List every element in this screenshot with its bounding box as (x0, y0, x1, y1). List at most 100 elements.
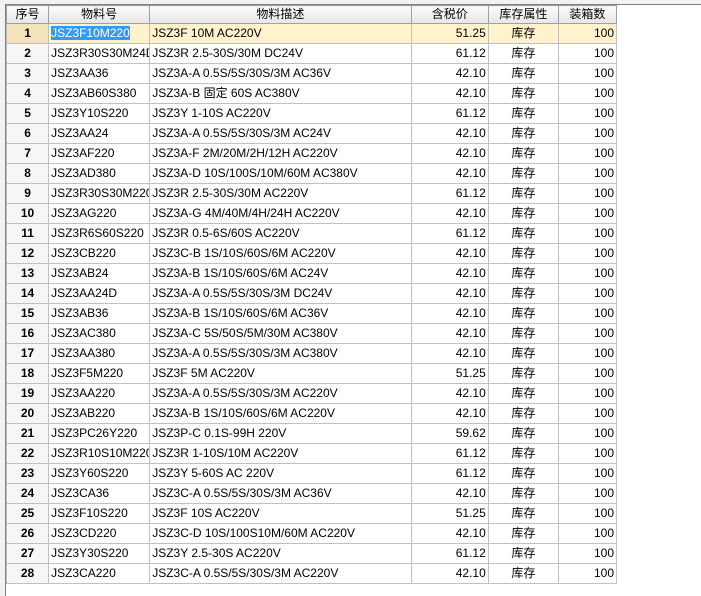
material-description-cell[interactable]: JSZ3R 2.5-30S/30M AC220V (149, 183, 412, 204)
table-row[interactable]: 22 JSZ3R10S10M220 JSZ3R 1-10S/10M AC220V 61… (6, 443, 618, 464)
table-row[interactable]: 13 JSZ3AB24 JSZ3A-B 1S/10S/60S/6M AC24V 42.… (6, 263, 618, 284)
row-index-cell[interactable]: 11 (6, 223, 50, 244)
price-cell[interactable]: 42.10 (410, 403, 489, 424)
stock-attribute-cell[interactable]: 库存 (487, 163, 559, 184)
table-row[interactable]: 2 JSZ3R30S30M24D JSZ3R 2.5-30S/30M DC24V 61… (6, 43, 618, 64)
price-cell[interactable]: 61.12 (410, 223, 489, 244)
material-code-cell[interactable]: JSZ3AG220 (48, 203, 151, 224)
material-description-cell[interactable]: JSZ3A-G 4M/40M/4H/24H AC220V (149, 203, 412, 224)
material-description-cell[interactable]: JSZ3C-A 0.5S/5S/30S/3M AC220V (149, 563, 412, 584)
price-cell[interactable]: 42.10 (410, 263, 489, 284)
price-cell[interactable]: 59.62 (410, 423, 489, 444)
stock-attribute-cell[interactable]: 库存 (487, 83, 559, 104)
material-description-cell[interactable]: JSZ3A-A 0.5S/5S/30S/3M DC24V (149, 283, 412, 304)
stock-attribute-cell[interactable]: 库存 (487, 523, 559, 544)
column-header-stock-attribute[interactable]: 库存属性 (487, 5, 559, 24)
row-index-cell[interactable]: 8 (6, 163, 50, 184)
row-index-cell[interactable]: 12 (6, 243, 50, 264)
price-cell[interactable]: 61.12 (410, 543, 489, 564)
stock-attribute-cell[interactable]: 库存 (487, 363, 559, 384)
material-description-cell[interactable]: JSZ3C-A 0.5S/5S/30S/3M AC36V (149, 483, 412, 504)
box-quantity-cell[interactable]: 100 (557, 323, 618, 344)
stock-attribute-cell[interactable]: 库存 (487, 403, 559, 424)
row-index-cell[interactable]: 23 (6, 463, 50, 484)
price-cell[interactable]: 42.10 (410, 303, 489, 324)
stock-attribute-cell[interactable]: 库存 (487, 143, 559, 164)
price-cell[interactable]: 42.10 (410, 563, 489, 584)
material-code-cell[interactable]: JSZ3CA220 (48, 563, 151, 584)
row-index-cell[interactable]: 6 (6, 123, 50, 144)
material-description-cell[interactable]: JSZ3A-C 5S/50S/5M/30M AC380V (149, 323, 412, 344)
stock-attribute-cell[interactable]: 库存 (487, 503, 559, 524)
box-quantity-cell[interactable]: 100 (557, 83, 618, 104)
box-quantity-cell[interactable]: 100 (557, 363, 618, 384)
material-code-cell[interactable]: JSZ3Y10S220 (48, 103, 151, 124)
row-index-cell[interactable]: 13 (6, 263, 50, 284)
stock-attribute-cell[interactable]: 库存 (487, 483, 559, 504)
row-index-cell[interactable]: 10 (6, 203, 50, 224)
row-index-cell[interactable]: 1 (6, 23, 50, 44)
stock-attribute-cell[interactable]: 库存 (487, 283, 559, 304)
row-index-cell[interactable]: 25 (6, 503, 50, 524)
row-index-cell[interactable]: 15 (6, 303, 50, 324)
table-row[interactable]: 19 JSZ3AA220 JSZ3A-A 0.5S/5S/30S/3M AC220V… (6, 383, 618, 404)
material-code-cell[interactable]: JSZ3AB24 (48, 263, 151, 284)
price-cell[interactable]: 61.12 (410, 43, 489, 64)
price-cell[interactable]: 61.12 (410, 463, 489, 484)
price-cell[interactable]: 51.25 (410, 23, 489, 44)
stock-attribute-cell[interactable]: 库存 (487, 423, 559, 444)
material-code-cell[interactable]: JSZ3R30S30M24D (48, 43, 151, 64)
material-code-cell[interactable]: JSZ3F10S220 (48, 503, 151, 524)
row-index-cell[interactable]: 2 (6, 43, 50, 64)
box-quantity-cell[interactable]: 100 (557, 243, 618, 264)
stock-attribute-cell[interactable]: 库存 (487, 343, 559, 364)
box-quantity-cell[interactable]: 100 (557, 103, 618, 124)
price-cell[interactable]: 51.25 (410, 503, 489, 524)
box-quantity-cell[interactable]: 100 (557, 463, 618, 484)
price-cell[interactable]: 42.10 (410, 383, 489, 404)
box-quantity-cell[interactable]: 100 (557, 203, 618, 224)
table-row[interactable]: 18 JSZ3F5M220 JSZ3F 5M AC220V 51.25 库存 100 (6, 363, 618, 384)
price-cell[interactable]: 61.12 (410, 103, 489, 124)
material-code-cell[interactable]: JSZ3AA380 (48, 343, 151, 364)
data-grid[interactable]: 序号 物料号 物料描述 含税价 库存属性 装箱数 1 JSZ3F10M220 JSZ… (5, 4, 701, 596)
material-description-cell[interactable]: JSZ3C-B 1S/10S/60S/6M AC220V (149, 243, 412, 264)
material-code-cell[interactable]: JSZ3R10S10M220 (48, 443, 151, 464)
table-row[interactable]: 25 JSZ3F10S220 JSZ3F 10S AC220V 51.25 库存 100 (6, 503, 618, 524)
material-description-cell[interactable]: JSZ3A-F 2M/20M/2H/12H AC220V (149, 143, 412, 164)
table-row[interactable]: 9 JSZ3R30S30M220 JSZ3R 2.5-30S/30M AC220V 6… (6, 183, 618, 204)
material-code-cell[interactable]: JSZ3F5M220 (48, 363, 151, 384)
material-code-cell[interactable]: JSZ3AB36 (48, 303, 151, 324)
stock-attribute-cell[interactable]: 库存 (487, 443, 559, 464)
box-quantity-cell[interactable]: 100 (557, 303, 618, 324)
stock-attribute-cell[interactable]: 库存 (487, 243, 559, 264)
table-row[interactable]: 20 JSZ3AB220 JSZ3A-B 1S/10S/60S/6M AC220V 4… (6, 403, 618, 424)
table-row[interactable]: 1 JSZ3F10M220 JSZ3F 10M AC220V 51.25 库存 100 (6, 23, 618, 44)
material-description-cell[interactable]: JSZ3P-C 0.1S-99H 220V (149, 423, 412, 444)
material-code-cell[interactable]: JSZ3R30S30M220 (48, 183, 151, 204)
box-quantity-cell[interactable]: 100 (557, 223, 618, 244)
row-index-cell[interactable]: 17 (6, 343, 50, 364)
box-quantity-cell[interactable]: 100 (557, 123, 618, 144)
material-code-cell[interactable]: JSZ3Y30S220 (48, 543, 151, 564)
material-code-cell[interactable]: JSZ3AA220 (48, 383, 151, 404)
box-quantity-cell[interactable]: 100 (557, 423, 618, 444)
table-row[interactable]: 12 JSZ3CB220 JSZ3C-B 1S/10S/60S/6M AC220V 4… (6, 243, 618, 264)
price-cell[interactable]: 51.25 (410, 363, 489, 384)
row-index-cell[interactable]: 19 (6, 383, 50, 404)
material-code-cell[interactable]: JSZ3F10M220 (48, 23, 151, 44)
table-row[interactable]: 28 JSZ3CA220 JSZ3C-A 0.5S/5S/30S/3M AC220V… (6, 563, 618, 584)
material-description-cell[interactable]: JSZ3R 0.5-6S/60S AC220V (149, 223, 412, 244)
material-code-cell[interactable]: JSZ3AA24 (48, 123, 151, 144)
box-quantity-cell[interactable]: 100 (557, 503, 618, 524)
box-quantity-cell[interactable]: 100 (557, 143, 618, 164)
box-quantity-cell[interactable]: 100 (557, 23, 618, 44)
table-row[interactable]: 7 JSZ3AF220 JSZ3A-F 2M/20M/2H/12H AC220V 42… (6, 143, 618, 164)
row-index-cell[interactable]: 22 (6, 443, 50, 464)
row-index-cell[interactable]: 26 (6, 523, 50, 544)
column-header-price[interactable]: 含税价 (410, 5, 489, 24)
stock-attribute-cell[interactable]: 库存 (487, 43, 559, 64)
row-index-cell[interactable]: 4 (6, 83, 50, 104)
material-description-cell[interactable]: JSZ3Y 5-60S AC 220V (149, 463, 412, 484)
table-row[interactable]: 24 JSZ3CA36 JSZ3C-A 0.5S/5S/30S/3M AC36V 42… (6, 483, 618, 504)
